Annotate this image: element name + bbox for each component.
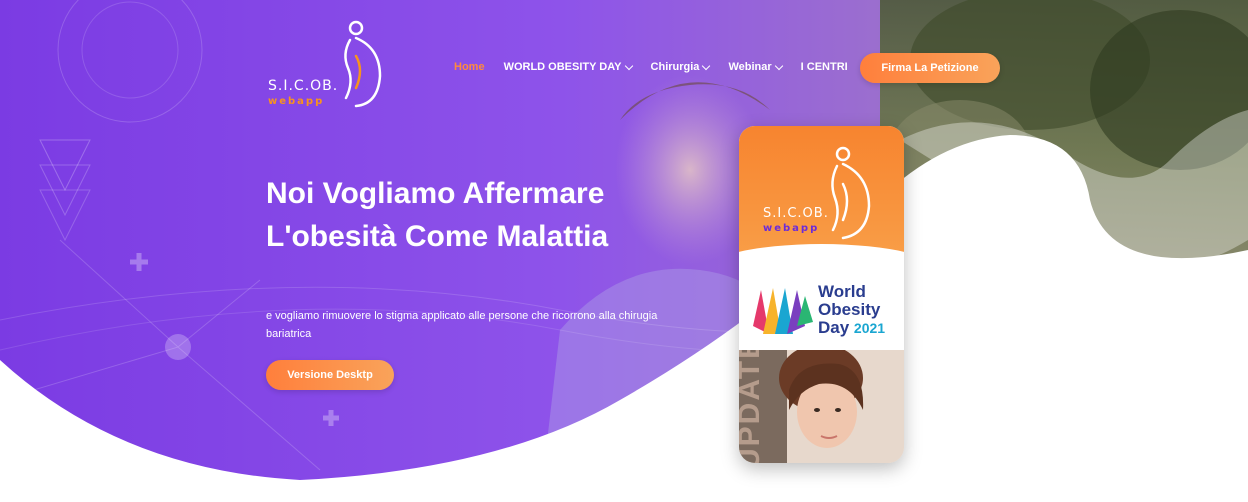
wod-line-world: World xyxy=(818,282,866,301)
chevron-down-icon xyxy=(774,61,783,70)
phone-mockup: S.I.C.OB. webapp World Obesity Day 2021 xyxy=(739,126,904,463)
nav-item-webinar[interactable]: Webinar xyxy=(728,61,783,73)
nav-item-chirurgia[interactable]: Chirurgia xyxy=(650,61,711,73)
main-nav: Home WORLD OBESITY DAY Chirurgia Webinar… xyxy=(454,61,867,73)
chevron-down-icon xyxy=(702,61,711,70)
nav-item-home[interactable]: Home xyxy=(454,61,485,73)
page: S.I.C.OB. webapp Home WORLD OBESITY DAY … xyxy=(0,0,1248,502)
nav-label: WORLD OBESITY DAY xyxy=(503,61,622,73)
pregnant-figure-icon xyxy=(831,146,871,240)
world-obesity-day-icon xyxy=(753,288,813,334)
hero-title: Noi Vogliamo Affermare L'obesità Come Ma… xyxy=(266,177,609,253)
phone-logo-subtitle: webapp xyxy=(763,223,820,234)
chevron-down-icon xyxy=(624,61,633,70)
logo-subtitle: webapp xyxy=(268,96,325,107)
nav-item-i-centri[interactable]: I CENTRI xyxy=(801,61,848,73)
photo-banner-text: UPDATE xyxy=(739,350,767,463)
nav-label: Chirurgia xyxy=(650,61,700,73)
wod-line-day: Day xyxy=(818,318,850,337)
hero-subtitle: e vogliamo rimuovere lo stigma applicato… xyxy=(266,310,658,340)
phone-logo-title: S.I.C.OB. xyxy=(763,206,829,221)
site-logo[interactable]: S.I.C.OB. webapp xyxy=(264,18,388,110)
nav-item-world-obesity-day[interactable]: WORLD OBESITY DAY xyxy=(503,61,633,73)
nav-label: I CENTRI xyxy=(800,61,848,73)
world-obesity-day-title: World Obesity Day 2021 xyxy=(818,283,885,337)
nav-label: Webinar xyxy=(728,61,772,73)
desktop-version-button[interactable]: Versione Desktp xyxy=(266,360,394,390)
wod-line-obesity: Obesity xyxy=(818,300,881,319)
phone-photo: UPDATE xyxy=(739,350,904,463)
wod-year: 2021 xyxy=(853,320,886,336)
sign-petition-button[interactable]: Firma La Petizione xyxy=(860,53,1000,83)
pregnant-figure-icon xyxy=(344,20,382,108)
nav-label: Home xyxy=(454,61,485,73)
logo-title: S.I.C.OB. xyxy=(268,78,339,94)
banner-text: UPDATE xyxy=(739,350,766,463)
